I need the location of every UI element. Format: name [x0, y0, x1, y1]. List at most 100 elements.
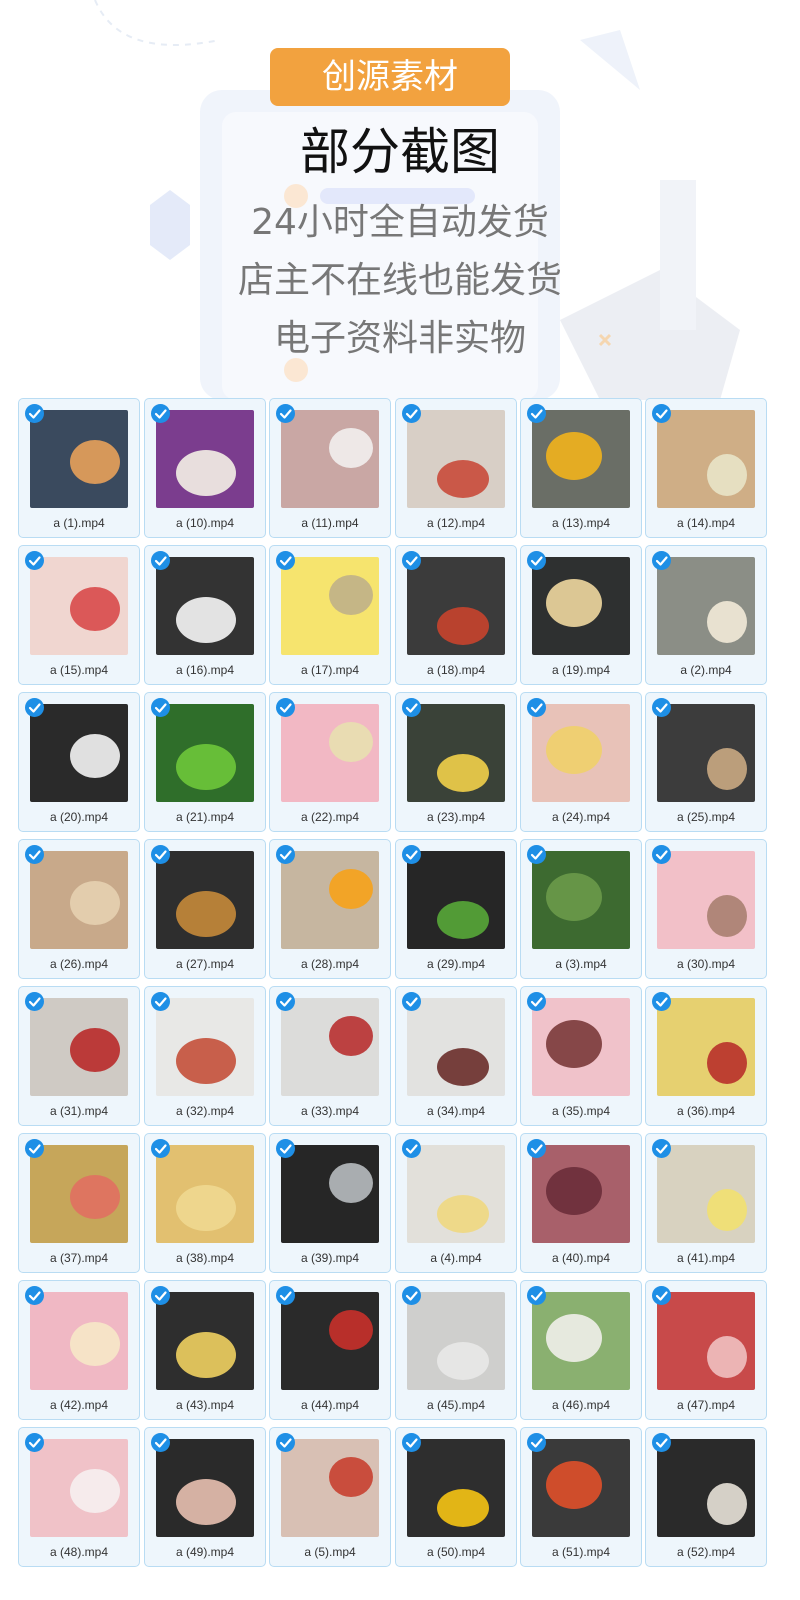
video-thumbnail[interactable] — [532, 851, 630, 949]
checkmark-icon[interactable] — [527, 1286, 546, 1305]
video-thumbnail[interactable] — [532, 410, 630, 508]
video-thumbnail[interactable] — [156, 704, 254, 802]
checkmark-icon[interactable] — [25, 698, 44, 717]
video-thumbnail[interactable] — [30, 851, 128, 949]
file-tile[interactable]: a (42).mp4 — [18, 1280, 140, 1420]
video-thumbnail[interactable] — [407, 851, 505, 949]
checkmark-icon[interactable] — [276, 845, 295, 864]
checkmark-icon[interactable] — [25, 551, 44, 570]
file-tile[interactable]: a (16).mp4 — [144, 545, 266, 685]
file-tile[interactable]: a (43).mp4 — [144, 1280, 266, 1420]
video-thumbnail[interactable] — [281, 1292, 379, 1390]
checkmark-icon[interactable] — [652, 1286, 671, 1305]
video-thumbnail[interactable] — [407, 1145, 505, 1243]
file-tile[interactable]: a (28).mp4 — [269, 839, 391, 979]
file-tile[interactable]: a (31).mp4 — [18, 986, 140, 1126]
checkmark-icon[interactable] — [402, 551, 421, 570]
checkmark-icon[interactable] — [652, 404, 671, 423]
file-tile[interactable]: a (49).mp4 — [144, 1427, 266, 1567]
file-tile[interactable]: a (19).mp4 — [520, 545, 642, 685]
file-tile[interactable]: a (17).mp4 — [269, 545, 391, 685]
file-tile[interactable]: a (23).mp4 — [395, 692, 517, 832]
video-thumbnail[interactable] — [407, 557, 505, 655]
file-tile[interactable]: a (27).mp4 — [144, 839, 266, 979]
video-thumbnail[interactable] — [156, 1292, 254, 1390]
file-tile[interactable]: a (40).mp4 — [520, 1133, 642, 1273]
video-thumbnail[interactable] — [281, 851, 379, 949]
checkmark-icon[interactable] — [527, 992, 546, 1011]
file-tile[interactable]: a (18).mp4 — [395, 545, 517, 685]
file-tile[interactable]: a (3).mp4 — [520, 839, 642, 979]
file-tile[interactable]: a (39).mp4 — [269, 1133, 391, 1273]
checkmark-icon[interactable] — [25, 1139, 44, 1158]
checkmark-icon[interactable] — [276, 1139, 295, 1158]
checkmark-icon[interactable] — [25, 1433, 44, 1452]
video-thumbnail[interactable] — [532, 1292, 630, 1390]
checkmark-icon[interactable] — [151, 1286, 170, 1305]
video-thumbnail[interactable] — [281, 410, 379, 508]
file-tile[interactable]: a (44).mp4 — [269, 1280, 391, 1420]
video-thumbnail[interactable] — [156, 410, 254, 508]
video-thumbnail[interactable] — [281, 1439, 379, 1537]
file-tile[interactable]: a (21).mp4 — [144, 692, 266, 832]
checkmark-icon[interactable] — [276, 698, 295, 717]
checkmark-icon[interactable] — [276, 551, 295, 570]
file-tile[interactable]: a (37).mp4 — [18, 1133, 140, 1273]
file-tile[interactable]: a (45).mp4 — [395, 1280, 517, 1420]
video-thumbnail[interactable] — [407, 998, 505, 1096]
checkmark-icon[interactable] — [25, 992, 44, 1011]
video-thumbnail[interactable] — [657, 410, 755, 508]
video-thumbnail[interactable] — [407, 410, 505, 508]
checkmark-icon[interactable] — [402, 404, 421, 423]
video-thumbnail[interactable] — [532, 998, 630, 1096]
file-tile[interactable]: a (29).mp4 — [395, 839, 517, 979]
video-thumbnail[interactable] — [281, 1145, 379, 1243]
checkmark-icon[interactable] — [527, 551, 546, 570]
file-tile[interactable]: a (14).mp4 — [645, 398, 767, 538]
video-thumbnail[interactable] — [407, 704, 505, 802]
checkmark-icon[interactable] — [527, 404, 546, 423]
video-thumbnail[interactable] — [156, 1439, 254, 1537]
video-thumbnail[interactable] — [156, 1145, 254, 1243]
checkmark-icon[interactable] — [151, 1433, 170, 1452]
file-tile[interactable]: a (47).mp4 — [645, 1280, 767, 1420]
video-thumbnail[interactable] — [407, 1439, 505, 1537]
checkmark-icon[interactable] — [402, 1286, 421, 1305]
file-tile[interactable]: a (36).mp4 — [645, 986, 767, 1126]
checkmark-icon[interactable] — [25, 845, 44, 864]
file-tile[interactable]: a (48).mp4 — [18, 1427, 140, 1567]
video-thumbnail[interactable] — [30, 1439, 128, 1537]
checkmark-icon[interactable] — [402, 1139, 421, 1158]
checkmark-icon[interactable] — [151, 551, 170, 570]
file-tile[interactable]: a (33).mp4 — [269, 986, 391, 1126]
video-thumbnail[interactable] — [407, 1292, 505, 1390]
checkmark-icon[interactable] — [652, 1139, 671, 1158]
checkmark-icon[interactable] — [527, 1433, 546, 1452]
checkmark-icon[interactable] — [276, 404, 295, 423]
video-thumbnail[interactable] — [30, 557, 128, 655]
file-tile[interactable]: a (12).mp4 — [395, 398, 517, 538]
checkmark-icon[interactable] — [25, 404, 44, 423]
video-thumbnail[interactable] — [532, 704, 630, 802]
file-tile[interactable]: a (25).mp4 — [645, 692, 767, 832]
file-tile[interactable]: a (35).mp4 — [520, 986, 642, 1126]
video-thumbnail[interactable] — [657, 998, 755, 1096]
video-thumbnail[interactable] — [30, 704, 128, 802]
video-thumbnail[interactable] — [281, 704, 379, 802]
video-thumbnail[interactable] — [156, 998, 254, 1096]
file-tile[interactable]: a (30).mp4 — [645, 839, 767, 979]
file-tile[interactable]: a (22).mp4 — [269, 692, 391, 832]
video-thumbnail[interactable] — [30, 998, 128, 1096]
file-tile[interactable]: a (51).mp4 — [520, 1427, 642, 1567]
checkmark-icon[interactable] — [276, 992, 295, 1011]
file-tile[interactable]: a (2).mp4 — [645, 545, 767, 685]
checkmark-icon[interactable] — [527, 1139, 546, 1158]
video-thumbnail[interactable] — [657, 557, 755, 655]
checkmark-icon[interactable] — [151, 404, 170, 423]
file-tile[interactable]: a (26).mp4 — [18, 839, 140, 979]
video-thumbnail[interactable] — [532, 1439, 630, 1537]
checkmark-icon[interactable] — [652, 992, 671, 1011]
file-tile[interactable]: a (50).mp4 — [395, 1427, 517, 1567]
file-tile[interactable]: a (38).mp4 — [144, 1133, 266, 1273]
video-thumbnail[interactable] — [657, 1145, 755, 1243]
